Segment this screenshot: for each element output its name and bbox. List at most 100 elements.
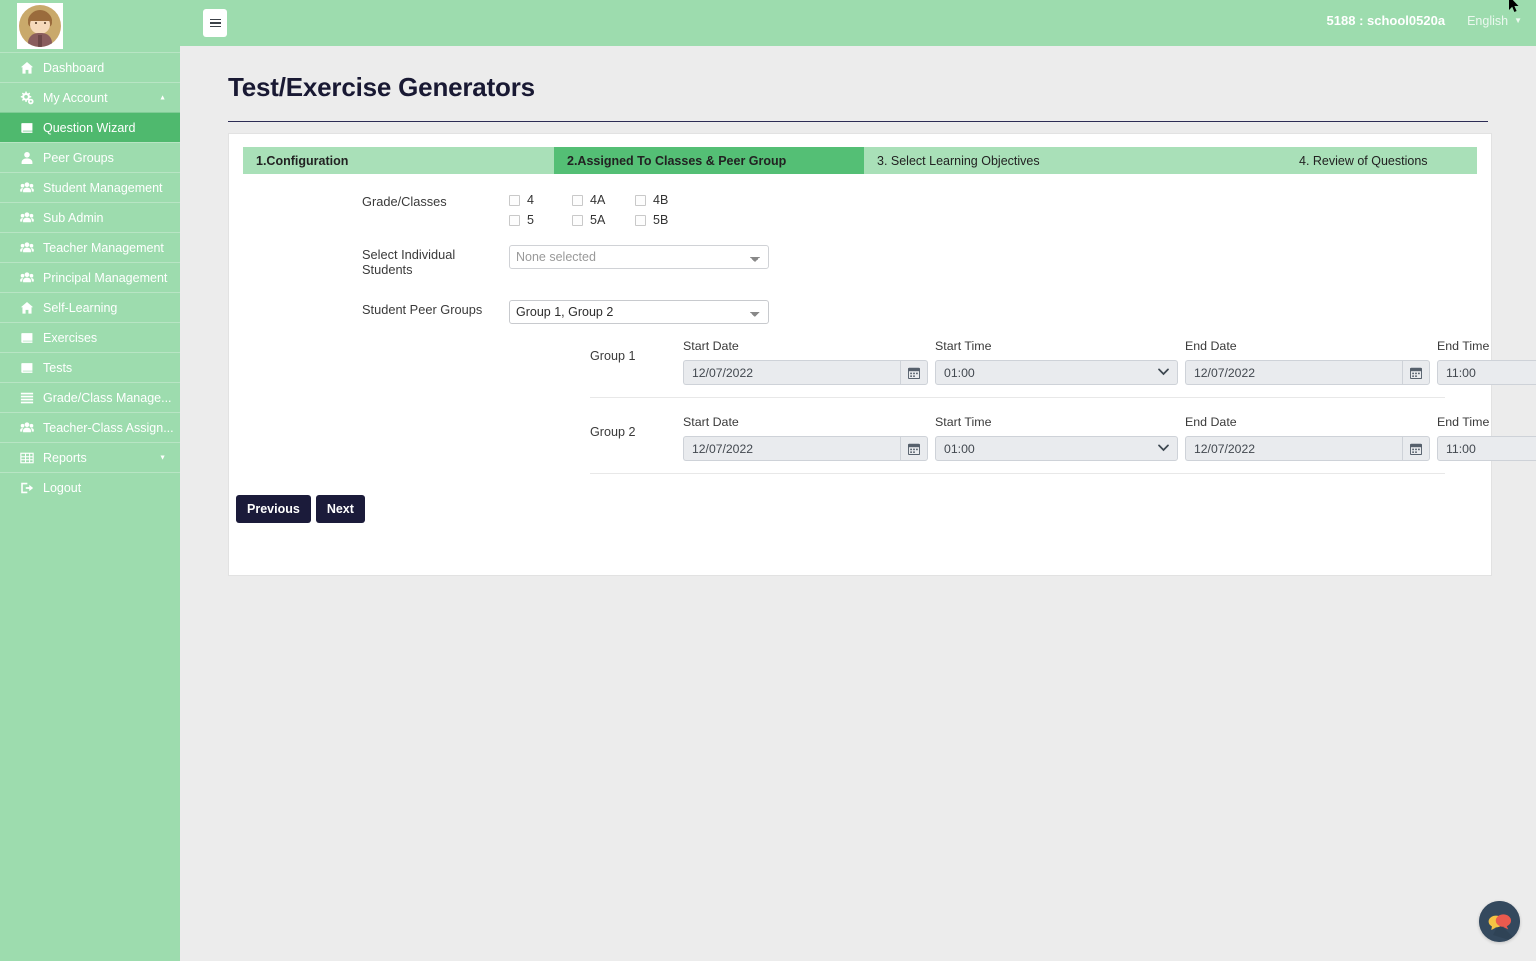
end-date-caption: End Date: [1185, 339, 1237, 353]
sidebar-item-sub-admin[interactable]: Sub Admin: [0, 202, 180, 232]
sidebar-item-self-learning[interactable]: Self-Learning: [0, 292, 180, 322]
group-2-start-date-group: [683, 436, 928, 461]
grade-row-5: 5 5A 5B: [509, 213, 698, 227]
calendar-glyph: [1410, 367, 1422, 379]
previous-button[interactable]: Previous: [236, 495, 311, 523]
sidebar-item-exercises[interactable]: Exercises: [0, 322, 180, 352]
tab-configuration[interactable]: 1.Configuration: [243, 147, 554, 174]
tab-select-learning-objectives[interactable]: 3. Select Learning Objectives: [864, 147, 1173, 174]
calendar-glyph: [1410, 443, 1422, 455]
sidebar-item-reports[interactable]: Reports ▼: [0, 442, 180, 472]
group-2-start-time-select[interactable]: 01:00: [935, 436, 1178, 461]
users-icon: [18, 211, 35, 225]
group-1-start-time-wrap: 01:00: [935, 360, 1178, 385]
checkbox-label-5a: 5A: [590, 213, 606, 227]
users-icon: [18, 241, 35, 255]
sidebar-item-principal-management[interactable]: Principal Management: [0, 262, 180, 292]
checkbox-input-5b[interactable]: [635, 214, 646, 226]
checkbox-input-4b[interactable]: [635, 194, 646, 206]
group-2-start-date-field: Start Date: [683, 415, 928, 461]
peer-groups-label: Student Peer Groups: [362, 302, 483, 317]
language-selector[interactable]: English ▼: [1467, 14, 1522, 28]
sidebar-item-question-wizard[interactable]: Question Wizard: [0, 112, 180, 142]
chevron-down-icon: ▼: [1514, 16, 1522, 25]
hamburger-icon[interactable]: [203, 9, 227, 37]
sidebar-item-label: Peer Groups: [43, 150, 114, 165]
sidebar-item-label: Teacher Management: [43, 240, 164, 255]
book-icon: [18, 361, 35, 375]
calendar-icon[interactable]: [1402, 436, 1430, 461]
group-2-name: Group 2: [590, 425, 636, 439]
individual-students-select[interactable]: None selected: [509, 245, 769, 269]
individual-students-control: None selected: [509, 245, 769, 269]
tab-assigned-classes-peer-group[interactable]: 2.Assigned To Classes & Peer Group: [554, 147, 864, 174]
checkbox-input-5[interactable]: [509, 214, 520, 226]
sidebar-item-tests[interactable]: Tests: [0, 352, 180, 382]
group-2-end-date-group: [1185, 436, 1430, 461]
group-1-end-time-wrap: 11:00: [1437, 360, 1536, 385]
checkbox-grade-5[interactable]: 5: [509, 213, 572, 227]
language-label: English: [1467, 13, 1509, 28]
checkbox-grade-5b[interactable]: 5B: [635, 213, 698, 227]
group-divider-1: [590, 397, 1445, 398]
sidebar-item-teacher-class-assign[interactable]: Teacher-Class Assign...: [0, 412, 180, 442]
sidebar-item-grade-class-manage[interactable]: Grade/Class Manage...: [0, 382, 180, 412]
tab-review-of-questions[interactable]: 4. Review of Questions: [1173, 147, 1477, 174]
group-1-end-time-field: End Time 11:00: [1437, 339, 1536, 385]
group-2-start-date-input[interactable]: [683, 436, 900, 461]
mouse-cursor-icon: [1509, 0, 1519, 12]
peer-groups-select[interactable]: Group 1, Group 2: [509, 300, 769, 324]
checkbox-grade-4a[interactable]: 4A: [572, 193, 635, 207]
chat-bubbles-glyph: [1479, 901, 1520, 942]
sidebar-item-dashboard[interactable]: Dashboard: [0, 52, 180, 82]
signout-icon: [18, 481, 35, 495]
sidebar-item-label: Student Management: [43, 180, 163, 195]
group-1-end-time-select[interactable]: 11:00: [1437, 360, 1536, 385]
users-icon: [18, 181, 35, 195]
checkbox-input-4[interactable]: [509, 194, 520, 206]
checkbox-grade-5a[interactable]: 5A: [572, 213, 635, 227]
sidebar-item-label: Exercises: [43, 330, 98, 345]
calendar-icon[interactable]: [900, 360, 928, 385]
sidebar-item-teacher-management[interactable]: Teacher Management: [0, 232, 180, 262]
sidebar-item-label: Logout: [43, 480, 82, 495]
calendar-icon[interactable]: [1402, 360, 1430, 385]
chat-bubbles-icon[interactable]: [1479, 901, 1520, 942]
sidebar-item-label: Reports: [43, 450, 87, 465]
group-2-end-date-input[interactable]: [1185, 436, 1402, 461]
sidebar: Dashboard My Account ▲ Question Wizard Peer …: [0, 0, 180, 961]
sidebar-item-label: Principal Management: [43, 270, 168, 285]
grade-row-4: 4 4A 4B: [509, 193, 698, 207]
avatar[interactable]: [17, 3, 63, 49]
group-block-2: Group 2 Start Date 12/07/2022 Start Time…: [229, 415, 1536, 474]
next-button[interactable]: Next: [315, 495, 365, 523]
group-1-start-time-select[interactable]: 01:00: [935, 360, 1178, 385]
sidebar-item-logout[interactable]: Logout: [0, 472, 180, 502]
chevron-up-icon: ▲: [159, 94, 166, 101]
group-2-end-time-select[interactable]: 11:00: [1437, 436, 1536, 461]
users-icon: [18, 271, 35, 285]
group-1-end-date-input[interactable]: [1185, 360, 1402, 385]
sidebar-item-peer-groups[interactable]: Peer Groups: [0, 142, 180, 172]
peer-groups-row: Student Peer Groups Group 1, Group 2: [229, 300, 1491, 324]
sidebar-item-student-management[interactable]: Student Management: [0, 172, 180, 202]
sidebar-item-label: Dashboard: [43, 60, 105, 75]
assignment-form: Grade/Classes 4 4A 4B 5 5A 5B Select Ind…: [229, 174, 1536, 523]
checkbox-grade-4b[interactable]: 4B: [635, 193, 698, 207]
sidebar-item-label: Teacher-Class Assign...: [43, 420, 174, 435]
calendar-icon[interactable]: [900, 436, 928, 461]
end-time-caption: End Time: [1437, 415, 1490, 429]
group-block-1: Group 1 Start Date 12/07/2022 Start Time…: [229, 339, 1536, 398]
checkbox-input-4a[interactable]: [572, 194, 583, 206]
calendar-glyph: [908, 443, 920, 455]
sidebar-item-label: Question Wizard: [43, 120, 136, 135]
wizard-tabs: 1.Configuration 2.Assigned To Classes & …: [243, 147, 1477, 174]
home-icon: [18, 301, 35, 315]
list-icon: [18, 391, 35, 405]
grade-classes-checkboxes: 4 4A 4B 5 5A 5B: [509, 192, 698, 233]
sidebar-item-my-account[interactable]: My Account ▲: [0, 82, 180, 112]
checkbox-label-4a: 4A: [590, 193, 606, 207]
checkbox-input-5a[interactable]: [572, 214, 583, 226]
checkbox-grade-4[interactable]: 4: [509, 193, 572, 207]
group-1-start-date-input[interactable]: [683, 360, 900, 385]
